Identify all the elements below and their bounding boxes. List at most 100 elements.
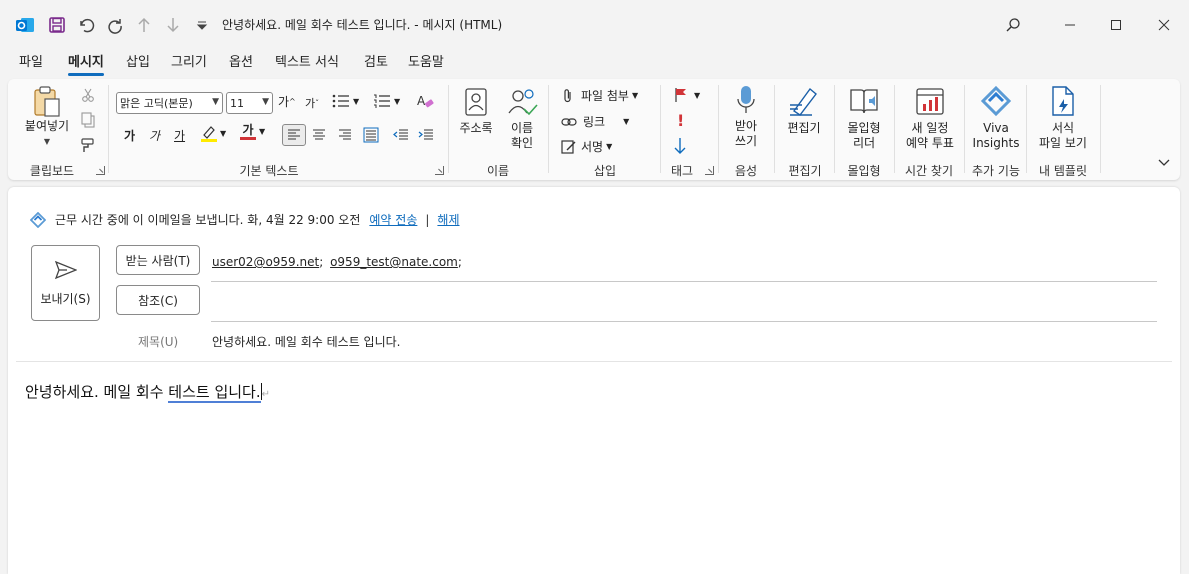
group-label-my-templates: 내 템플릿 (1039, 164, 1087, 178)
tab-insert[interactable]: 삽입 (126, 52, 150, 76)
chevron-down-icon: ▼ (259, 127, 266, 136)
recipient-chip[interactable]: o959_test@nate.com (330, 255, 458, 269)
group-label-names: 이름 (486, 164, 510, 178)
schedule-send-link[interactable]: 예약 전송 (369, 211, 417, 228)
address-book-button[interactable]: 주소록 (454, 87, 498, 136)
address-book-icon (465, 88, 487, 116)
clear-formatting-icon[interactable]: A (416, 93, 434, 109)
editor-button[interactable]: 편집기 (780, 85, 828, 136)
chevron-down-icon: ▼ (212, 97, 219, 107)
window-title: 안녕하세요. 메일 회수 테스트 입니다. - 메시지 (HTML) (222, 18, 503, 32)
maximize-icon[interactable] (1103, 12, 1129, 38)
search-icon[interactable] (1000, 12, 1026, 38)
next-item-icon[interactable] (162, 14, 184, 36)
check-names-button[interactable]: 이름 확인 (502, 87, 542, 151)
font-color-button[interactable]: 가 ▼ (240, 123, 265, 140)
bold-button[interactable]: 가 (124, 127, 135, 144)
close-icon[interactable] (1151, 12, 1177, 38)
ribbon-expand-icon[interactable] (1158, 159, 1170, 167)
tab-file[interactable]: 파일 (19, 52, 43, 76)
ribbon-divider (448, 85, 449, 173)
tab-format-text[interactable]: 텍스트 서식 (275, 52, 339, 76)
check-names-icon (508, 89, 538, 116)
message-body[interactable]: 안녕하세요. 메일 회수 테스트 입니다.↵ (25, 381, 270, 403)
undo-icon[interactable] (75, 14, 97, 36)
group-label-tags: 태그 (670, 164, 694, 178)
align-center-icon[interactable] (312, 129, 326, 141)
grow-font-button[interactable]: 가 ^ (278, 93, 296, 110)
attach-file-button[interactable]: 파일 첨부 ▼ (561, 87, 638, 104)
ribbon: 붙여넣기 ▼ 클립보드 맑은 고딕(본문) ▼ 11 ▼ 가 ^ 가ˇ ▼ ▼ A… (8, 79, 1180, 180)
numbering-button[interactable]: ▼ (373, 94, 400, 108)
recipient-chip[interactable]: user02@o959.net (212, 255, 319, 269)
redo-icon[interactable] (104, 14, 126, 36)
customize-toolbar-icon[interactable] (191, 14, 213, 36)
align-right-icon[interactable] (338, 129, 352, 141)
ribbon-divider (548, 85, 549, 173)
cc-field[interactable] (212, 293, 1152, 311)
view-templates-button[interactable]: 서식 파일 보기 (1030, 85, 1096, 151)
align-left-icon (288, 129, 300, 140)
highlight-color-button[interactable]: ▼ (200, 124, 226, 142)
align-left-button[interactable] (282, 124, 306, 146)
ribbon-divider (1026, 85, 1027, 173)
decrease-indent-icon[interactable] (393, 129, 409, 141)
ribbon-divider (718, 85, 719, 173)
chevron-down-icon: ▼ (353, 96, 360, 106)
underline-button[interactable]: 가 (174, 127, 185, 144)
font-size-select[interactable]: 11 ▼ (226, 92, 273, 114)
minimize-icon[interactable] (1057, 12, 1083, 38)
dismiss-link[interactable]: 해제 (437, 211, 459, 228)
justify-icon[interactable] (363, 127, 379, 143)
format-painter-icon[interactable] (80, 137, 96, 153)
font-name-select[interactable]: 맑은 고딕(본문) ▼ (116, 92, 223, 114)
viva-insights-button[interactable]: Viva Insights (968, 85, 1024, 151)
to-field[interactable]: user02@o959.net; o959_test@nate.com; (212, 255, 462, 269)
group-label-clipboard: 클립보드 (29, 164, 75, 178)
tags-launcher-icon[interactable] (705, 166, 714, 175)
chevron-down-icon: ▼ (606, 142, 613, 151)
increase-indent-icon[interactable] (418, 129, 434, 141)
link-button[interactable]: 링크 ▼ (561, 113, 629, 130)
high-importance-icon[interactable]: ! (677, 111, 684, 130)
signature-button[interactable]: 서명 ▼ (561, 138, 612, 155)
cut-icon[interactable] (80, 87, 96, 103)
tab-help[interactable]: 도움말 (408, 52, 444, 76)
ribbon-tabs: 파일 메시지 삽입 그리기 옵션 텍스트 서식 검토 도움말 (0, 52, 1189, 76)
low-importance-icon[interactable] (674, 137, 686, 155)
bullets-button[interactable]: ▼ (332, 94, 359, 108)
shrink-font-button[interactable]: 가ˇ (305, 95, 319, 111)
caret-down-icon: ˇ (315, 98, 320, 108)
save-icon[interactable] (46, 14, 68, 36)
italic-button[interactable]: 가 (149, 127, 160, 144)
basic-text-launcher-icon[interactable] (435, 166, 444, 175)
cc-button[interactable]: 참조(C) (116, 285, 200, 315)
clipboard-launcher-icon[interactable] (96, 166, 105, 175)
link-icon (561, 117, 577, 126)
group-label-add-ins: 추가 기능 (972, 164, 1020, 178)
to-button[interactable]: 받는 사람(T) (116, 245, 200, 275)
delivery-info-bar: 근무 시간 중에 이 이메일을 보냅니다. 화, 4월 22 9:00 오전 예… (30, 211, 460, 228)
tab-options[interactable]: 옵션 (229, 52, 253, 76)
previous-item-icon[interactable] (133, 14, 155, 36)
new-scheduling-poll-button[interactable]: 새 일정 예약 투표 (896, 85, 964, 151)
editor-pen-icon (790, 87, 817, 116)
tab-message[interactable]: 메시지 (68, 52, 104, 76)
subject-field[interactable]: 안녕하세요. 메일 회수 테스트 입니다. (212, 333, 401, 350)
paste-button[interactable]: 붙여넣기 ▼ (20, 85, 74, 149)
chevron-down-icon: ▼ (220, 128, 227, 138)
viva-insights-small-icon (30, 211, 46, 228)
copy-icon[interactable] (80, 112, 96, 128)
group-label-immersive: 몰입형 (847, 164, 881, 178)
paste-dropdown-icon[interactable]: ▼ (44, 134, 50, 149)
tab-draw[interactable]: 그리기 (171, 52, 207, 76)
font-color-swatch (240, 137, 256, 140)
ribbon-divider (774, 85, 775, 173)
dictate-button[interactable]: 받아 쓰기 (726, 85, 766, 149)
info-divider: | (425, 212, 430, 227)
immersive-reader-button[interactable]: 몰입형 리더 (840, 85, 888, 151)
tab-review[interactable]: 검토 (364, 52, 388, 76)
paste-icon (34, 86, 60, 117)
send-button[interactable]: 보내기(S) (31, 245, 100, 321)
follow-up-flag-button[interactable]: ▼ (674, 87, 700, 103)
